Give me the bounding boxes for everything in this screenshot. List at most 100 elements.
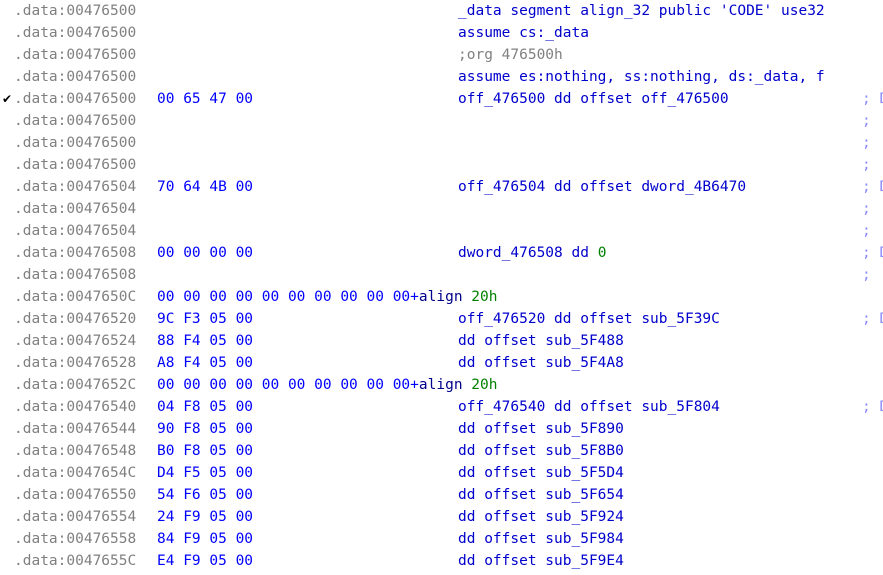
hex-bytes-text: A8 F4 05 00	[157, 355, 254, 371]
disasm-line[interactable]: .data:00476508;	[0, 264, 883, 286]
align-directive-operand: 20h	[471, 377, 498, 393]
line-instruction[interactable]: dd offset sub_5F5D4	[458, 462, 624, 484]
line-address: .data:00476558	[14, 531, 137, 547]
line-address: .data:00476554	[14, 509, 137, 525]
disassembly-listing[interactable]: .data:00476500 _data segment align_32 pub…	[0, 0, 883, 575]
instruction-operand-number: 0	[597, 245, 607, 261]
disasm-line[interactable]: .data:00476550 54 F6 05 00 dd offset sub_5…	[0, 484, 883, 506]
line-address: .data:00476500	[14, 135, 137, 151]
line-address: .data:00476540	[14, 399, 137, 415]
disasm-line[interactable]: .data:0047654C D4 F5 05 00 dd offset sub_5…	[0, 462, 883, 484]
line-hex-bytes: 90 F8 05 00	[157, 418, 253, 440]
line-address: .data:00476524	[14, 333, 137, 349]
line-instruction[interactable]: dd offset sub_5F4A8	[458, 352, 624, 374]
line-xref-comment: ;	[862, 135, 871, 151]
line-hex-bytes: 00 00 00 00 00 00 00 00 00 00+align 20h	[157, 286, 498, 308]
disasm-line[interactable]: .data:00476500;	[0, 110, 883, 132]
disasm-line[interactable]: .data:00476508 00 00 00 00 dword_476508 dd…	[0, 242, 883, 264]
line-xref-comment: ; D	[862, 399, 883, 415]
gutter-slot	[0, 176, 14, 198]
gutter-slot	[0, 330, 14, 352]
line-address: .data:00476548	[14, 443, 137, 459]
gutter-slot	[0, 484, 14, 506]
line-xref-comment: ;	[862, 157, 871, 173]
line-instruction[interactable]: dd offset sub_5F654	[458, 484, 624, 506]
disasm-line[interactable]: .data:00476524 88 F4 05 00 dd offset sub_5…	[0, 330, 883, 352]
gutter-slot	[0, 22, 14, 44]
line-instruction[interactable]: dd offset sub_5F488	[458, 330, 624, 352]
line-address: .data:00476508	[14, 245, 137, 261]
gutter-slot	[0, 286, 14, 308]
line-address: .data:00476500	[14, 91, 137, 107]
line-instruction[interactable]: _data segment align_32 public 'CODE' use…	[458, 0, 825, 22]
line-address: .data:00476504	[14, 179, 137, 195]
disasm-line[interactable]: .data:00476504;	[0, 198, 883, 220]
gutter-slot	[0, 0, 14, 22]
line-instruction[interactable]: dd offset sub_5F890	[458, 418, 624, 440]
hex-bytes-text: 70 64 4B 00	[157, 179, 254, 195]
line-address: .data:00476520	[14, 311, 137, 327]
line-instruction[interactable]: dd offset sub_5F924	[458, 506, 624, 528]
disasm-line[interactable]: .data:00476500 assume es:nothing, ss:noth…	[0, 66, 883, 88]
disasm-line[interactable]: .data:00476504;	[0, 220, 883, 242]
hex-bytes-text: E4 F9 05 00	[157, 553, 254, 569]
line-address: .data:0047652C	[14, 377, 137, 393]
hex-bytes-text: 84 F9 05 00	[157, 531, 254, 547]
disasm-line[interactable]: .data:00476500;	[0, 132, 883, 154]
line-instruction[interactable]: off_476504 dd offset dword_4B6470	[458, 176, 746, 198]
disasm-line[interactable]: .data:00476558 84 F9 05 00 dd offset sub_5…	[0, 528, 883, 550]
gutter-slot	[0, 396, 14, 418]
disasm-line[interactable]: .data:00476528 A8 F4 05 00 dd offset sub_5…	[0, 352, 883, 374]
line-instruction[interactable]: dd offset sub_5F8B0	[458, 440, 624, 462]
current-line-marker-icon: ✔	[1, 92, 13, 106]
hex-bytes-text: B0 F8 05 00	[157, 443, 254, 459]
gutter-slot	[0, 132, 14, 154]
line-instruction[interactable]: off_476540 dd offset sub_5F804	[458, 396, 720, 418]
line-address: .data:00476500	[14, 69, 137, 85]
line-hex-bytes: 24 F9 05 00	[157, 506, 253, 528]
disasm-line[interactable]: .data:00476554 24 F9 05 00 dd offset sub_5…	[0, 506, 883, 528]
line-hex-bytes: 88 F4 05 00	[157, 330, 253, 352]
instruction-head: dword_476508 dd	[458, 245, 598, 261]
line-address: .data:0047650C	[14, 289, 137, 305]
disasm-line[interactable]: .data:00476500 _data segment align_32 pub…	[0, 0, 883, 22]
gutter-slot	[0, 66, 14, 88]
disasm-line[interactable]: .data:00476548 B0 F8 05 00 dd offset sub_5…	[0, 440, 883, 462]
gutter-slot	[0, 242, 14, 264]
line-instruction[interactable]: off_476520 dd offset sub_5F39C	[458, 308, 720, 330]
disasm-line[interactable]: .data:00476500 ;org 476500h	[0, 44, 883, 66]
line-xref-comment: ;	[862, 113, 871, 129]
line-org-comment[interactable]: ;org 476500h	[458, 44, 563, 66]
line-instruction[interactable]: dd offset sub_5F9E4	[458, 550, 624, 572]
disasm-line[interactable]: .data:00476520 9C F3 05 00 off_476520 dd o…	[0, 308, 883, 330]
gutter-slot	[0, 528, 14, 550]
line-instruction[interactable]: dd offset sub_5F984	[458, 528, 624, 550]
line-instruction[interactable]: off_476500 dd offset off_476500	[458, 88, 729, 110]
gutter-slot	[0, 308, 14, 330]
disasm-line[interactable]: .data:00476540 04 F8 05 00 off_476540 dd o…	[0, 396, 883, 418]
line-instruction[interactable]: dword_476508 dd 0	[458, 242, 606, 264]
gutter-slot	[0, 198, 14, 220]
disasm-line[interactable]: .data:00476500 assume cs:_data	[0, 22, 883, 44]
gutter-slot	[0, 418, 14, 440]
line-hex-bytes: 84 F9 05 00	[157, 528, 253, 550]
hex-bytes-text: 9C F3 05 00	[157, 311, 254, 327]
hex-bytes-text: 90 F8 05 00	[157, 421, 254, 437]
line-instruction[interactable]: assume cs:_data	[458, 22, 589, 44]
gutter-slot	[0, 506, 14, 528]
disasm-line[interactable]: .data:0047655C E4 F9 05 00 dd offset sub_5…	[0, 550, 883, 572]
line-instruction[interactable]: assume es:nothing, ss:nothing, ds:_data,…	[458, 66, 825, 88]
gutter-slot	[0, 154, 14, 176]
disasm-line[interactable]: .data:00476504 70 64 4B 00 off_476504 dd o…	[0, 176, 883, 198]
align-directive-keyword: align	[418, 289, 463, 305]
disasm-line[interactable]: .data:00476544 90 F8 05 00 dd offset sub_5…	[0, 418, 883, 440]
line-address: .data:00476504	[14, 201, 137, 217]
disasm-line[interactable]: .data:0047652C 00 00 00 00 00 00 00 00 00…	[0, 374, 883, 396]
disasm-line[interactable]: .data:00476500;	[0, 154, 883, 176]
disasm-line[interactable]: ✔ .data:00476500 00 65 47 00 off_476500 dd …	[0, 88, 883, 110]
gutter-slot	[0, 462, 14, 484]
line-address: .data:00476500	[14, 3, 137, 19]
disasm-line[interactable]: .data:0047650C 00 00 00 00 00 00 00 00 00…	[0, 286, 883, 308]
line-hex-bytes: 00 00 00 00	[157, 242, 253, 264]
align-directive-operand: 20h	[471, 289, 498, 305]
